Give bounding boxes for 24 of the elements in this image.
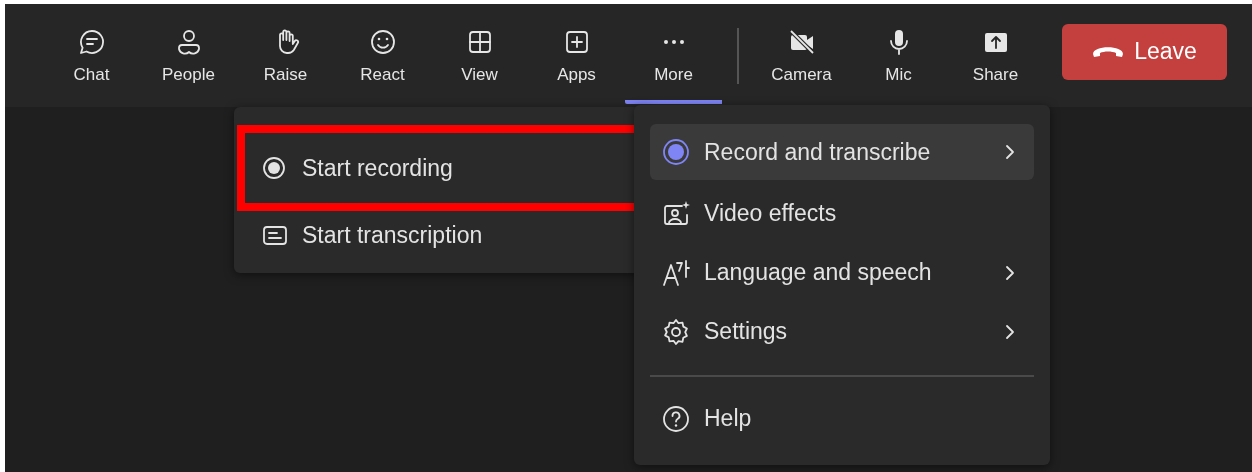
- more-icon: [662, 38, 685, 45]
- menu-item[interactable]: Language and speech: [650, 243, 1034, 302]
- menu-item[interactable]: Record and transcribe: [650, 124, 1034, 180]
- toolbar-tab[interactable]: Apps: [528, 7, 625, 104]
- toolbar-tab[interactable]: Raise: [237, 7, 334, 104]
- menu-item[interactable]: Settings: [650, 302, 1034, 361]
- leave-button[interactable]: Leave: [1062, 23, 1227, 80]
- gear-icon: [662, 317, 690, 346]
- phone-hang-up-icon: [1092, 46, 1125, 57]
- toolbar-tab[interactable]: People: [140, 7, 237, 104]
- submenu-item[interactable]: Start transcription: [234, 209, 650, 261]
- toolbar-button[interactable]: Camera: [753, 7, 850, 104]
- person-sparkle-icon: [662, 199, 690, 228]
- toolbar-button[interactable]: Mic: [850, 7, 947, 104]
- language-icon: [662, 258, 690, 287]
- toolbar-tab[interactable]: Chat: [43, 7, 140, 104]
- transcript-icon: [262, 223, 288, 247]
- toolbar-tab[interactable]: View: [431, 7, 528, 104]
- toolbar-button[interactable]: Share: [947, 7, 1044, 104]
- help-icon: [662, 404, 690, 433]
- record-icon: [262, 156, 288, 180]
- toolbar-tab[interactable]: React: [334, 7, 431, 104]
- menu-item[interactable]: Help: [650, 389, 1034, 448]
- radio-icon: [662, 138, 690, 166]
